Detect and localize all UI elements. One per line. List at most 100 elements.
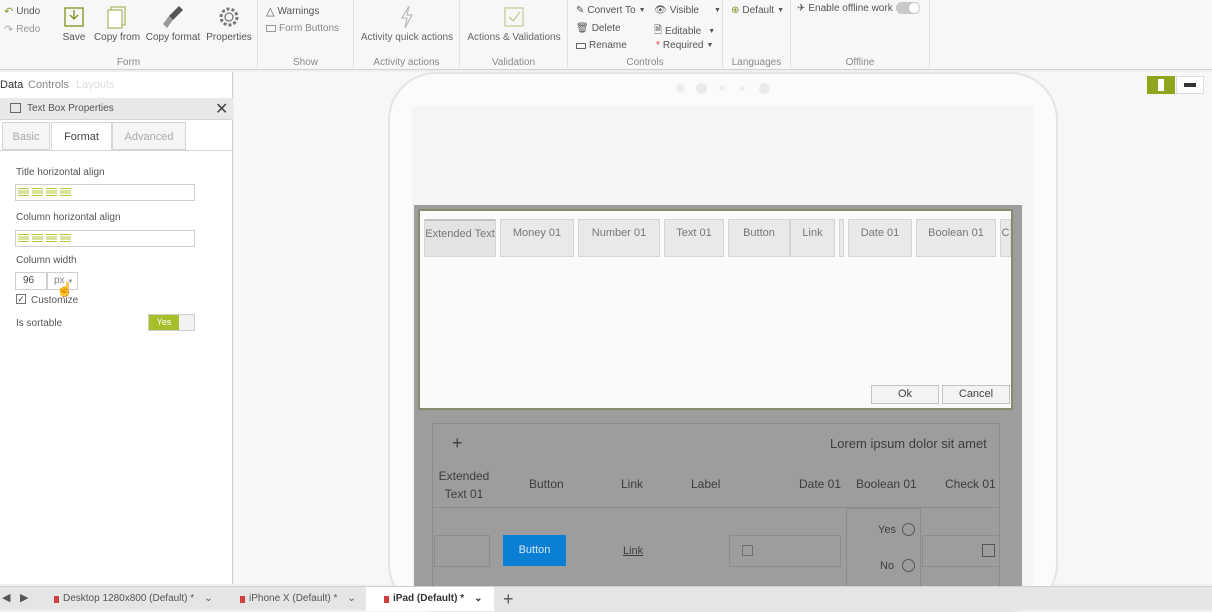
modified-icon (384, 595, 389, 603)
column-tab-text[interactable]: Text 01 (664, 219, 724, 257)
add-tab-icon[interactable]: + (503, 587, 514, 611)
align-center-icon[interactable] (32, 188, 43, 197)
form-buttons-button[interactable]: Form Buttons (266, 23, 339, 34)
customize-checkbox[interactable]: ✓ (16, 294, 26, 304)
grid-primary-button[interactable]: Button (503, 535, 566, 566)
grid-checkbox[interactable] (982, 544, 995, 557)
camera-dot (696, 83, 707, 94)
column-tab-date[interactable]: Date 01 (848, 219, 912, 257)
redo-icon: ↷ (4, 24, 14, 36)
save-button[interactable]: Save (60, 4, 88, 43)
visible-dropdown[interactable]: 👁 Visible ▼ (654, 5, 721, 16)
copy-format-button[interactable]: Copy format (145, 4, 201, 43)
subtab-basic[interactable]: Basic (2, 122, 50, 150)
grid-date-input[interactable] (729, 535, 841, 567)
offline-group-label: Offline (845, 57, 875, 68)
device-tabbar: ◀ ▶ Desktop 1280x800 (Default) * ⌄ iPhon… (0, 586, 1212, 611)
warnings-button[interactable]: △ Warnings (266, 5, 319, 18)
warning-icon: △ (266, 6, 275, 18)
scroll-right-icon[interactable]: ▶ (20, 591, 28, 604)
column-align-selector (15, 230, 195, 247)
delete-button[interactable]: 🗑 Delete (576, 23, 621, 34)
rename-button[interactable]: Rename (576, 40, 627, 51)
chevron-down-icon: ⌄ (204, 593, 213, 604)
eye-icon: 👁 (654, 5, 667, 16)
column-tab-boolean[interactable]: Boolean 01 (916, 219, 996, 257)
copy-from-button[interactable]: Copy from (92, 4, 142, 43)
align-left-icon[interactable] (18, 188, 29, 197)
tab-iphone[interactable]: iPhone X (Default) * ⌄ (236, 587, 366, 611)
align-left-icon[interactable] (18, 234, 29, 243)
tab-layouts[interactable]: Layouts (76, 79, 115, 91)
column-tab-button[interactable]: Button (728, 219, 790, 257)
column-tab-link[interactable]: Link (790, 219, 835, 257)
languages-group-label: Languages (731, 57, 782, 68)
paintbrush-icon (163, 6, 183, 28)
undo-button[interactable]: ↶ Undo (4, 5, 40, 18)
calendar-icon (742, 545, 753, 556)
scroll-left-icon[interactable]: ◀ (2, 591, 10, 604)
show-group-label: Show (292, 57, 318, 68)
align-center-icon[interactable] (32, 234, 43, 243)
offline-toggle-row[interactable]: ✈ Enable offline work (797, 2, 920, 14)
title-align-selector (15, 184, 195, 201)
validation-group: Actions & Validations Validation (460, 0, 568, 70)
form-group: ↶ Undo ↷ Redo Save Copy from Copy format… (0, 0, 258, 70)
grid-header-button: Button (529, 477, 564, 491)
tab-desktop[interactable]: Desktop 1280x800 (Default) * ⌄ (50, 587, 220, 611)
grid-yes-radio[interactable] (902, 523, 915, 536)
copy-from-icon (107, 6, 126, 29)
chevron-down-icon: ⌄ (347, 593, 356, 604)
grid-cell-extended-text[interactable] (434, 535, 490, 567)
tab-data[interactable]: Data (0, 79, 23, 91)
subtab-format[interactable]: Format (51, 122, 112, 150)
trash-icon: 🗑 (576, 23, 589, 34)
landscape-toggle[interactable] (1176, 76, 1204, 94)
camera-dot (740, 86, 745, 91)
grid-yes-label: Yes (878, 524, 896, 536)
add-row-icon[interactable]: + (452, 433, 463, 454)
cancel-button[interactable]: Cancel (942, 385, 1010, 404)
show-group: △ Warnings Form Buttons Show (258, 0, 354, 70)
close-icon[interactable]: ✕ (215, 99, 228, 119)
convert-to-button[interactable]: ✎ Convert To ▼ (576, 5, 646, 16)
tab-ipad[interactable]: iPad (Default) * ⌄ (366, 587, 494, 611)
portrait-toggle[interactable] (1147, 76, 1175, 94)
required-dropdown[interactable]: * Required ▼ (656, 40, 713, 51)
tab-controls[interactable]: Controls (28, 79, 69, 91)
align-right-icon[interactable] (46, 234, 57, 243)
edit-doc-icon: 🗎 (654, 25, 663, 36)
align-justify-icon[interactable] (60, 234, 71, 243)
grid-link[interactable]: Link (623, 545, 643, 557)
language-dropdown[interactable]: ⊕ Default ▼ (731, 5, 784, 16)
column-width-input[interactable]: 96 (15, 272, 47, 290)
column-tab-label-collapsed[interactable] (839, 219, 844, 257)
controls-group-label: Controls (626, 57, 664, 68)
column-tab-check[interactable]: C (1000, 219, 1011, 257)
gear-icon (219, 7, 239, 27)
actions-validations-button[interactable]: Actions & Validations (466, 4, 562, 43)
grid-header-label: Label (691, 477, 721, 491)
offline-toggle[interactable] (895, 2, 920, 14)
align-right-icon[interactable] (46, 188, 57, 197)
save-icon (64, 7, 84, 27)
activity-actions-group: Activity quick actions Activity actions (354, 0, 460, 70)
ribbon: ↶ Undo ↷ Redo Save Copy from Copy format… (0, 0, 1212, 70)
grid-no-radio[interactable] (902, 559, 915, 572)
align-justify-icon[interactable] (60, 188, 71, 197)
column-tab-number[interactable]: Number 01 (578, 219, 660, 257)
subtab-advanced[interactable]: Advanced (112, 122, 186, 150)
activity-quick-actions-button[interactable]: Activity quick actions (360, 4, 454, 43)
column-tab-extended-text[interactable]: Extended Text (424, 219, 496, 257)
grid-title: Lorem ipsum dolor sit amet (830, 436, 987, 451)
chevron-down-icon: ▼ (777, 7, 785, 14)
rename-icon (576, 42, 586, 49)
redo-button[interactable]: ↷ Redo (4, 23, 40, 36)
editable-dropdown[interactable]: 🗎 Editable ▼ (654, 23, 715, 40)
camera-dot (676, 84, 685, 93)
properties-button[interactable]: Properties (206, 4, 252, 43)
title-align-label: Title horizontal align (16, 167, 105, 178)
column-tab-money[interactable]: Money 01 (500, 219, 574, 257)
ok-button[interactable]: Ok (871, 385, 939, 404)
is-sortable-toggle[interactable]: Yes (148, 314, 195, 331)
